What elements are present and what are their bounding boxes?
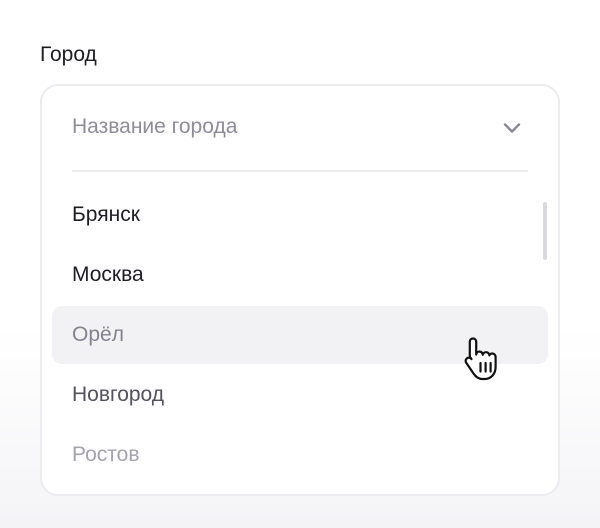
- dropdown-divider: [72, 170, 528, 172]
- city-option-label: Ростов: [72, 443, 140, 466]
- city-option-moskva[interactable]: Москва: [52, 246, 548, 304]
- city-option-novgorod[interactable]: Новгород: [52, 366, 548, 424]
- city-option-list: Брянск Москва Орёл Новгород Ростов: [52, 186, 548, 486]
- city-select[interactable]: Название города: [42, 86, 558, 170]
- city-field-label: Город: [40, 43, 97, 66]
- city-dropdown: Название города Брянск Москва Орёл Новго…: [40, 84, 560, 496]
- city-option-label: Орёл: [72, 323, 124, 346]
- dropdown-scrollbar[interactable]: [542, 186, 548, 486]
- scrollbar-thumb[interactable]: [543, 202, 547, 260]
- city-option-label: Новгород: [72, 383, 165, 406]
- city-option-orel[interactable]: Орёл: [52, 306, 548, 364]
- city-option-label: Москва: [72, 263, 144, 286]
- city-option-label: Брянск: [72, 203, 140, 226]
- city-option-bryansk[interactable]: Брянск: [52, 186, 548, 244]
- chevron-down-icon[interactable]: [500, 116, 524, 140]
- city-select-placeholder: Название города: [72, 115, 238, 138]
- city-option-rostov[interactable]: Ростов: [52, 426, 548, 484]
